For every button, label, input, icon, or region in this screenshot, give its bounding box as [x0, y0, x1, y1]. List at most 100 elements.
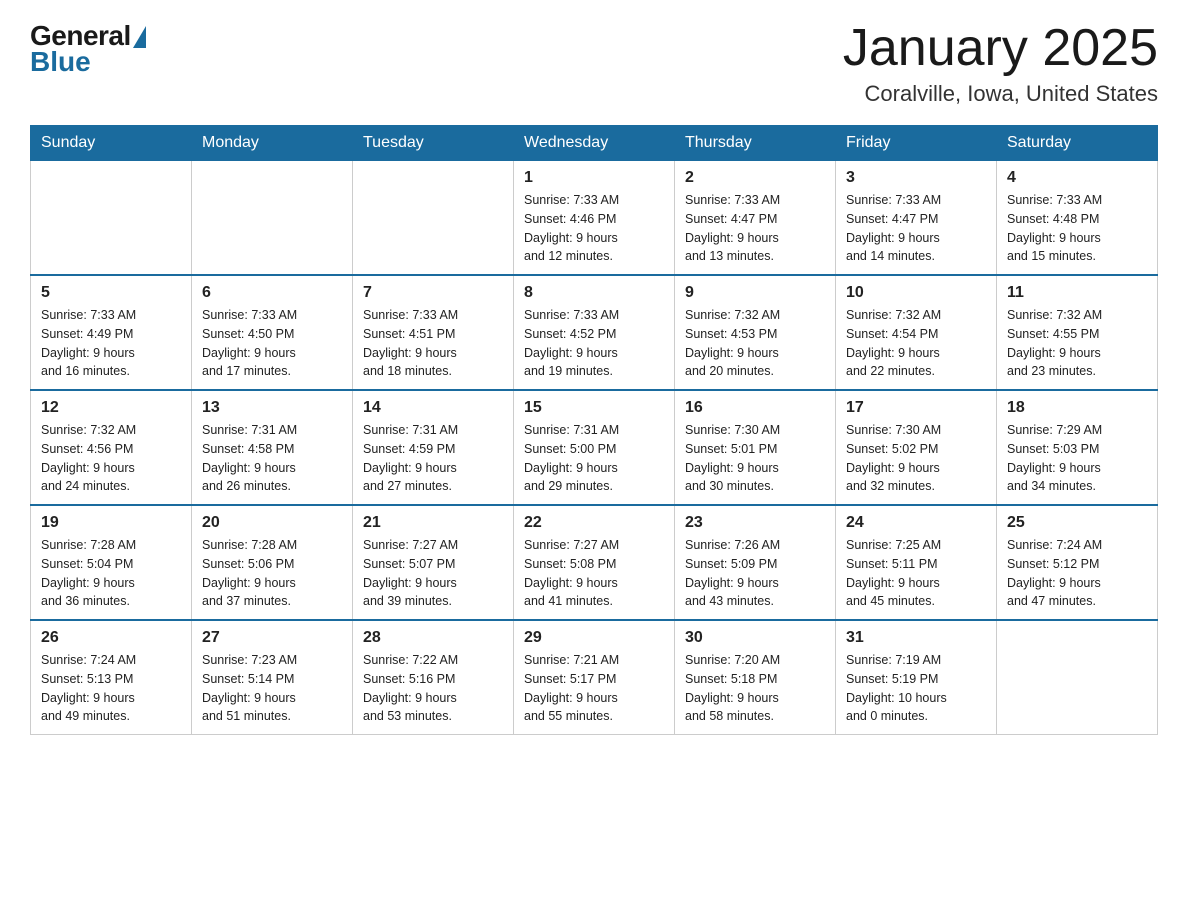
- day-cell: 9 Sunrise: 7:32 AM Sunset: 4:53 PM Daylig…: [675, 275, 836, 390]
- week-row-3: 12 Sunrise: 7:32 AM Sunset: 4:56 PM Dayli…: [31, 390, 1158, 505]
- day-cell: [31, 161, 192, 276]
- day-number: 13: [202, 399, 342, 417]
- day-cell: 25 Sunrise: 7:24 AM Sunset: 5:12 PM Dayli…: [997, 505, 1158, 620]
- day-info: Sunrise: 7:30 AM Sunset: 5:02 PM Dayligh…: [846, 421, 986, 496]
- day-number: 19: [41, 514, 181, 532]
- day-info: Sunrise: 7:33 AM Sunset: 4:47 PM Dayligh…: [685, 191, 825, 266]
- header-cell-tuesday: Tuesday: [353, 126, 514, 161]
- day-cell: 23Sunrise: 7:26 AM Sunset: 5:09 PM Dayli…: [675, 505, 836, 620]
- day-info: Sunrise: 7:33 AM Sunset: 4:46 PM Dayligh…: [524, 191, 664, 266]
- day-info: Sunrise: 7:24 AM Sunset: 5:13 PM Dayligh…: [41, 651, 181, 726]
- day-cell: 12 Sunrise: 7:32 AM Sunset: 4:56 PM Dayli…: [31, 390, 192, 505]
- day-info: Sunrise: 7:19 AM Sunset: 5:19 PM Dayligh…: [846, 651, 986, 726]
- day-number: 1: [524, 169, 664, 187]
- day-cell: 29 Sunrise: 7:21 AM Sunset: 5:17 PM Dayli…: [514, 620, 675, 735]
- day-number: 31: [846, 629, 986, 647]
- day-info: Sunrise: 7:23 AM Sunset: 5:14 PM Dayligh…: [202, 651, 342, 726]
- day-cell: 1 Sunrise: 7:33 AM Sunset: 4:46 PM Daylig…: [514, 161, 675, 276]
- day-info: Sunrise: 7:20 AM Sunset: 5:18 PM Dayligh…: [685, 651, 825, 726]
- day-cell: 24 Sunrise: 7:25 AM Sunset: 5:11 PM Dayli…: [836, 505, 997, 620]
- logo-triangle-icon: [133, 26, 146, 48]
- day-info: Sunrise: 7:32 AM Sunset: 4:55 PM Dayligh…: [1007, 306, 1147, 381]
- day-info: Sunrise: 7:33 AM Sunset: 4:50 PM Dayligh…: [202, 306, 342, 381]
- day-number: 27: [202, 629, 342, 647]
- day-info: Sunrise: 7:24 AM Sunset: 5:12 PM Dayligh…: [1007, 536, 1147, 611]
- header-cell-thursday: Thursday: [675, 126, 836, 161]
- week-row-4: 19Sunrise: 7:28 AM Sunset: 5:04 PM Dayli…: [31, 505, 1158, 620]
- day-info: Sunrise: 7:21 AM Sunset: 5:17 PM Dayligh…: [524, 651, 664, 726]
- day-info: Sunrise: 7:31 AM Sunset: 4:58 PM Dayligh…: [202, 421, 342, 496]
- week-row-5: 26Sunrise: 7:24 AM Sunset: 5:13 PM Dayli…: [31, 620, 1158, 735]
- day-cell: 19Sunrise: 7:28 AM Sunset: 5:04 PM Dayli…: [31, 505, 192, 620]
- day-info: Sunrise: 7:26 AM Sunset: 5:09 PM Dayligh…: [685, 536, 825, 611]
- day-number: 10: [846, 284, 986, 302]
- day-number: 22: [524, 514, 664, 532]
- day-number: 12: [41, 399, 181, 417]
- day-cell: 4 Sunrise: 7:33 AM Sunset: 4:48 PM Daylig…: [997, 161, 1158, 276]
- day-cell: 11Sunrise: 7:32 AM Sunset: 4:55 PM Dayli…: [997, 275, 1158, 390]
- day-info: Sunrise: 7:25 AM Sunset: 5:11 PM Dayligh…: [846, 536, 986, 611]
- day-cell: 10 Sunrise: 7:32 AM Sunset: 4:54 PM Dayli…: [836, 275, 997, 390]
- day-info: Sunrise: 7:22 AM Sunset: 5:16 PM Dayligh…: [363, 651, 503, 726]
- day-cell: 14 Sunrise: 7:31 AM Sunset: 4:59 PM Dayli…: [353, 390, 514, 505]
- day-info: Sunrise: 7:32 AM Sunset: 4:53 PM Dayligh…: [685, 306, 825, 381]
- day-info: Sunrise: 7:31 AM Sunset: 5:00 PM Dayligh…: [524, 421, 664, 496]
- day-number: 30: [685, 629, 825, 647]
- logo-blue-text: Blue: [30, 48, 146, 76]
- day-cell: 30 Sunrise: 7:20 AM Sunset: 5:18 PM Dayli…: [675, 620, 836, 735]
- day-cell: 27 Sunrise: 7:23 AM Sunset: 5:14 PM Dayli…: [192, 620, 353, 735]
- day-cell: 22 Sunrise: 7:27 AM Sunset: 5:08 PM Dayli…: [514, 505, 675, 620]
- day-info: Sunrise: 7:27 AM Sunset: 5:08 PM Dayligh…: [524, 536, 664, 611]
- day-cell: 20 Sunrise: 7:28 AM Sunset: 5:06 PM Dayli…: [192, 505, 353, 620]
- day-cell: 21 Sunrise: 7:27 AM Sunset: 5:07 PM Dayli…: [353, 505, 514, 620]
- day-number: 25: [1007, 514, 1147, 532]
- day-cell: 13 Sunrise: 7:31 AM Sunset: 4:58 PM Dayli…: [192, 390, 353, 505]
- day-cell: 16Sunrise: 7:30 AM Sunset: 5:01 PM Dayli…: [675, 390, 836, 505]
- day-info: Sunrise: 7:33 AM Sunset: 4:49 PM Dayligh…: [41, 306, 181, 381]
- calendar-header: SundayMondayTuesdayWednesdayThursdayFrid…: [31, 126, 1158, 161]
- day-cell: [997, 620, 1158, 735]
- day-cell: 6 Sunrise: 7:33 AM Sunset: 4:50 PM Daylig…: [192, 275, 353, 390]
- day-info: Sunrise: 7:33 AM Sunset: 4:48 PM Dayligh…: [1007, 191, 1147, 266]
- day-number: 4: [1007, 169, 1147, 187]
- day-info: Sunrise: 7:31 AM Sunset: 4:59 PM Dayligh…: [363, 421, 503, 496]
- day-info: Sunrise: 7:29 AM Sunset: 5:03 PM Dayligh…: [1007, 421, 1147, 496]
- header-row: SundayMondayTuesdayWednesdayThursdayFrid…: [31, 126, 1158, 161]
- day-number: 14: [363, 399, 503, 417]
- calendar-body: 1 Sunrise: 7:33 AM Sunset: 4:46 PM Daylig…: [31, 161, 1158, 735]
- day-number: 21: [363, 514, 503, 532]
- day-info: Sunrise: 7:28 AM Sunset: 5:06 PM Dayligh…: [202, 536, 342, 611]
- day-number: 5: [41, 284, 181, 302]
- day-cell: 8Sunrise: 7:33 AM Sunset: 4:52 PM Daylig…: [514, 275, 675, 390]
- day-number: 15: [524, 399, 664, 417]
- page-header: General Blue January 2025 Coralville, Io…: [30, 20, 1158, 107]
- day-number: 29: [524, 629, 664, 647]
- day-cell: 26Sunrise: 7:24 AM Sunset: 5:13 PM Dayli…: [31, 620, 192, 735]
- day-cell: 15 Sunrise: 7:31 AM Sunset: 5:00 PM Dayli…: [514, 390, 675, 505]
- day-cell: [192, 161, 353, 276]
- day-number: 16: [685, 399, 825, 417]
- calendar-title: January 2025: [843, 20, 1158, 77]
- day-cell: 18Sunrise: 7:29 AM Sunset: 5:03 PM Dayli…: [997, 390, 1158, 505]
- calendar-subtitle: Coralville, Iowa, United States: [843, 81, 1158, 107]
- day-cell: 2Sunrise: 7:33 AM Sunset: 4:47 PM Daylig…: [675, 161, 836, 276]
- day-cell: 5 Sunrise: 7:33 AM Sunset: 4:49 PM Daylig…: [31, 275, 192, 390]
- day-number: 6: [202, 284, 342, 302]
- day-number: 20: [202, 514, 342, 532]
- day-info: Sunrise: 7:27 AM Sunset: 5:07 PM Dayligh…: [363, 536, 503, 611]
- header-cell-wednesday: Wednesday: [514, 126, 675, 161]
- header-cell-saturday: Saturday: [997, 126, 1158, 161]
- day-number: 9: [685, 284, 825, 302]
- day-cell: 28 Sunrise: 7:22 AM Sunset: 5:16 PM Dayli…: [353, 620, 514, 735]
- day-number: 7: [363, 284, 503, 302]
- day-info: Sunrise: 7:32 AM Sunset: 4:54 PM Dayligh…: [846, 306, 986, 381]
- calendar-table: SundayMondayTuesdayWednesdayThursdayFrid…: [30, 125, 1158, 735]
- day-info: Sunrise: 7:33 AM Sunset: 4:47 PM Dayligh…: [846, 191, 986, 266]
- day-info: Sunrise: 7:33 AM Sunset: 4:51 PM Dayligh…: [363, 306, 503, 381]
- day-cell: 3Sunrise: 7:33 AM Sunset: 4:47 PM Daylig…: [836, 161, 997, 276]
- day-info: Sunrise: 7:32 AM Sunset: 4:56 PM Dayligh…: [41, 421, 181, 496]
- header-cell-monday: Monday: [192, 126, 353, 161]
- day-number: 24: [846, 514, 986, 532]
- day-number: 28: [363, 629, 503, 647]
- title-block: January 2025 Coralville, Iowa, United St…: [843, 20, 1158, 107]
